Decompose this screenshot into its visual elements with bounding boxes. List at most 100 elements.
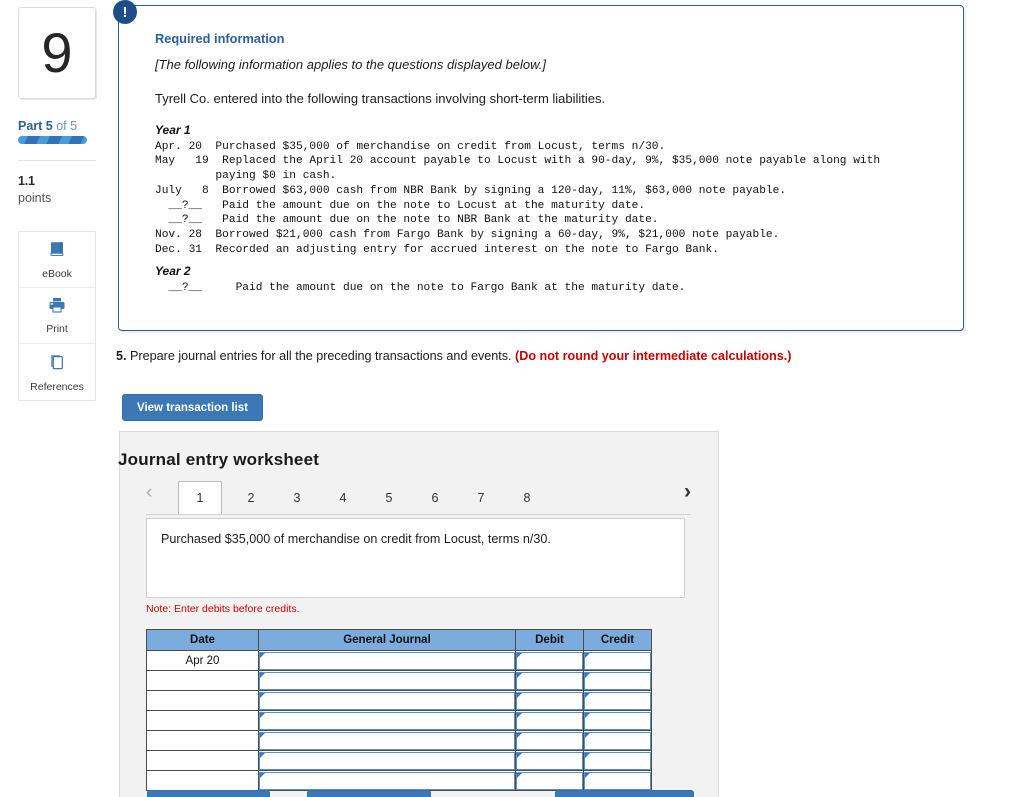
general-journal-input[interactable] bbox=[259, 771, 515, 790]
credit-cell[interactable] bbox=[583, 690, 652, 711]
year2-transactions: __?__ Paid the amount due on the note to… bbox=[155, 282, 686, 295]
worksheet-tab-2[interactable]: 2 bbox=[229, 481, 273, 515]
date-cell[interactable] bbox=[146, 730, 259, 751]
column-header-credit: Credit bbox=[583, 629, 652, 651]
debit-input[interactable] bbox=[516, 691, 583, 710]
journal-entry-table: Date General Journal Debit Credit Apr 20 bbox=[146, 629, 652, 791]
left-rail: 9 Part 5 of 5 1.1 points eBook Print Ref… bbox=[0, 0, 110, 797]
general-journal-input[interactable] bbox=[259, 711, 515, 730]
year2-heading: Year 2 bbox=[155, 264, 191, 279]
worksheet-bottom-button-1[interactable] bbox=[147, 790, 270, 797]
worksheet-tab-5[interactable]: 5 bbox=[367, 481, 411, 515]
worksheet-tab-6[interactable]: 6 bbox=[413, 481, 457, 515]
general-journal-cell[interactable] bbox=[258, 650, 516, 671]
credit-cell[interactable] bbox=[583, 710, 652, 731]
date-cell[interactable]: Apr 20 bbox=[146, 650, 259, 671]
date-cell[interactable] bbox=[146, 770, 259, 791]
credit-input[interactable] bbox=[584, 711, 651, 730]
tool-references-label: References bbox=[30, 380, 84, 393]
points-value: 1.1 bbox=[18, 174, 35, 188]
tool-ebook[interactable]: eBook bbox=[19, 232, 95, 288]
table-row bbox=[146, 690, 652, 711]
debit-input[interactable] bbox=[516, 711, 583, 730]
general-journal-cell[interactable] bbox=[258, 730, 516, 751]
credit-input[interactable] bbox=[584, 771, 651, 790]
pager-underline bbox=[146, 514, 691, 515]
table-header-row: Date General Journal Debit Credit bbox=[146, 629, 652, 651]
debit-input[interactable] bbox=[516, 751, 583, 770]
credit-cell[interactable] bbox=[583, 650, 652, 671]
tool-references[interactable]: References bbox=[19, 344, 95, 400]
debit-input[interactable] bbox=[516, 651, 583, 670]
debit-cell[interactable] bbox=[515, 770, 584, 791]
debit-input[interactable] bbox=[516, 731, 583, 750]
general-journal-cell[interactable] bbox=[258, 750, 516, 771]
worksheet-tab-4[interactable]: 4 bbox=[321, 481, 365, 515]
column-header-date: Date bbox=[146, 629, 259, 651]
chevron-left-icon[interactable]: ‹ bbox=[146, 483, 152, 502]
date-cell[interactable] bbox=[146, 710, 259, 731]
rail-divider bbox=[18, 160, 96, 161]
debit-input[interactable] bbox=[516, 771, 583, 790]
view-transaction-list-button[interactable]: View transaction list bbox=[122, 394, 263, 421]
table-row bbox=[146, 670, 652, 691]
credit-cell[interactable] bbox=[583, 770, 652, 791]
general-journal-input[interactable] bbox=[259, 731, 515, 750]
year1-heading: Year 1 bbox=[155, 123, 191, 137]
table-row bbox=[146, 750, 652, 771]
debit-input[interactable] bbox=[516, 671, 583, 690]
debit-cell[interactable] bbox=[515, 750, 584, 771]
credit-input[interactable] bbox=[584, 651, 651, 670]
debit-cell[interactable] bbox=[515, 690, 584, 711]
worksheet-tab-7[interactable]: 7 bbox=[459, 481, 503, 515]
general-journal-input[interactable] bbox=[259, 751, 515, 770]
worksheet-tab-8[interactable]: 8 bbox=[505, 481, 549, 515]
tool-stack: eBook Print References bbox=[18, 231, 96, 401]
part-progress-fill bbox=[18, 136, 87, 144]
part-total: of 5 bbox=[52, 119, 78, 133]
credit-input[interactable] bbox=[584, 731, 651, 750]
credit-input[interactable] bbox=[584, 671, 651, 690]
worksheet-bottom-button-3[interactable] bbox=[555, 790, 694, 797]
part-current: Part 5 bbox=[18, 119, 53, 133]
general-journal-input[interactable] bbox=[259, 651, 515, 670]
transaction-description: Purchased $35,000 of merchandise on cred… bbox=[161, 532, 551, 546]
column-header-debit: Debit bbox=[515, 629, 584, 651]
table-row bbox=[146, 770, 652, 791]
worksheet-bottom-button-2[interactable] bbox=[307, 790, 431, 797]
pages-icon bbox=[47, 352, 67, 377]
part-indicator: Part 5 of 5 bbox=[18, 119, 77, 133]
date-cell[interactable] bbox=[146, 750, 259, 771]
credit-cell[interactable] bbox=[583, 730, 652, 751]
question-prompt: 5. Prepare journal entries for all the p… bbox=[116, 349, 791, 363]
tool-print[interactable]: Print bbox=[19, 288, 95, 344]
general-journal-input[interactable] bbox=[259, 691, 515, 710]
date-cell[interactable] bbox=[146, 690, 259, 711]
worksheet-tab-1[interactable]: 1 bbox=[178, 481, 222, 515]
question-prompt-text: Prepare journal entries for all the prec… bbox=[126, 349, 516, 363]
debit-cell[interactable] bbox=[515, 710, 584, 731]
worksheet-pager: ‹ › 1 2 3 4 5 6 7 8 bbox=[146, 481, 691, 515]
date-cell[interactable] bbox=[146, 670, 259, 691]
required-information-intro: Tyrell Co. entered into the following tr… bbox=[155, 91, 606, 106]
credit-cell[interactable] bbox=[583, 670, 652, 691]
tool-ebook-label: eBook bbox=[42, 268, 72, 280]
credit-input[interactable] bbox=[584, 751, 651, 770]
general-journal-cell[interactable] bbox=[258, 670, 516, 691]
credit-input[interactable] bbox=[584, 691, 651, 710]
tool-print-label: Print bbox=[46, 323, 68, 335]
general-journal-cell[interactable] bbox=[258, 770, 516, 791]
worksheet-tab-3[interactable]: 3 bbox=[275, 481, 319, 515]
debit-cell[interactable] bbox=[515, 650, 584, 671]
general-journal-cell[interactable] bbox=[258, 690, 516, 711]
credit-cell[interactable] bbox=[583, 750, 652, 771]
printer-icon bbox=[47, 296, 67, 319]
general-journal-input[interactable] bbox=[259, 671, 515, 690]
debit-cell[interactable] bbox=[515, 730, 584, 751]
transaction-description-box: Purchased $35,000 of merchandise on cred… bbox=[146, 518, 685, 598]
general-journal-cell[interactable] bbox=[258, 710, 516, 731]
column-header-general-journal: General Journal bbox=[258, 629, 516, 651]
chevron-right-icon[interactable]: › bbox=[684, 481, 691, 502]
table-row: Apr 20 bbox=[146, 650, 652, 671]
debit-cell[interactable] bbox=[515, 670, 584, 691]
